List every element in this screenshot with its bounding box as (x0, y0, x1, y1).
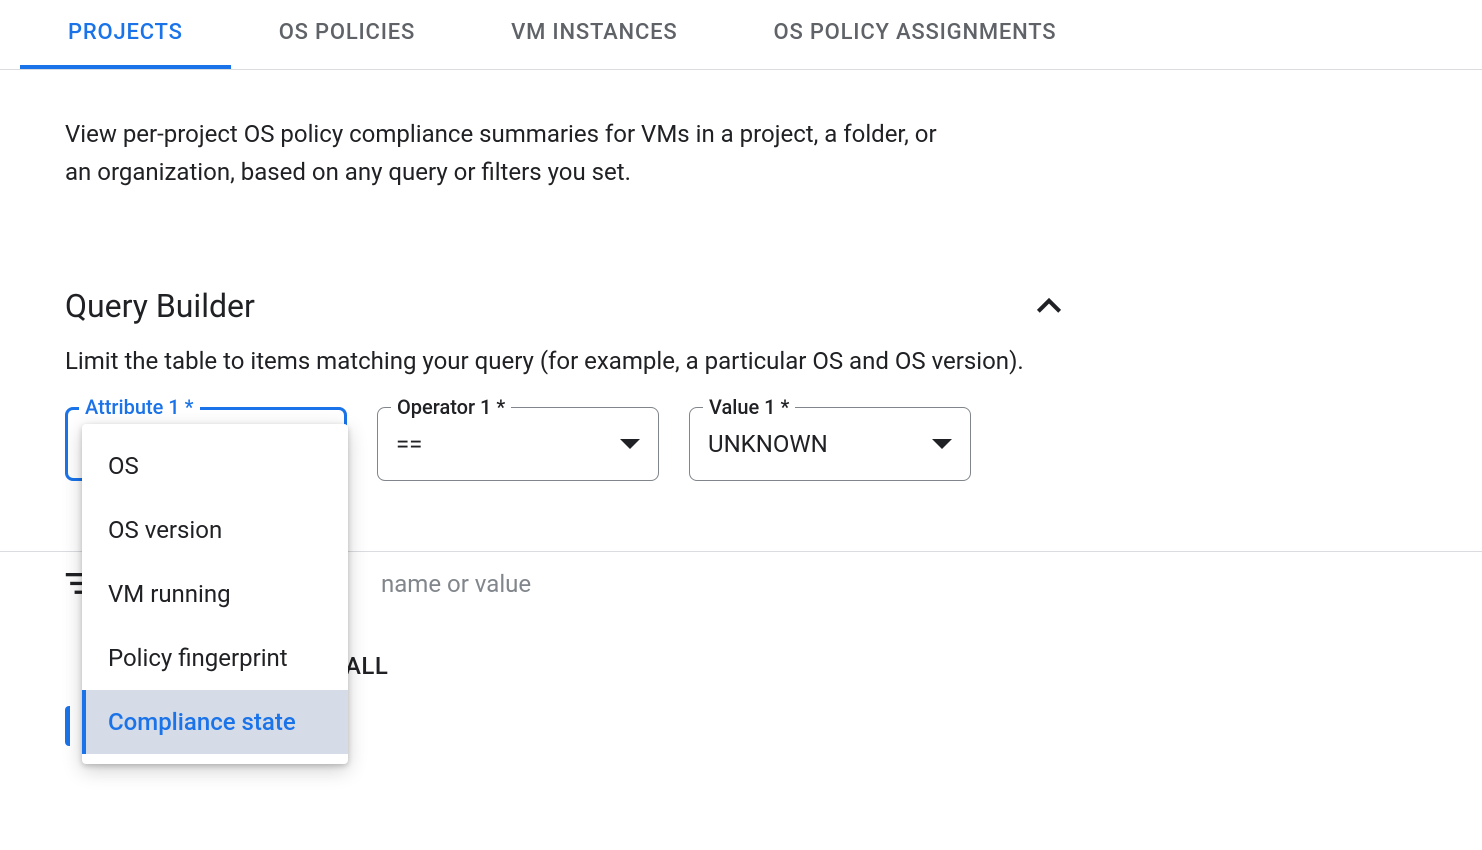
main-content: View per-project OS policy compliance su… (0, 70, 1482, 481)
filter-placeholder[interactable]: name or value (381, 570, 531, 598)
operator-select-field: Operator 1 * == (377, 407, 659, 481)
attribute-dropdown-menu: OS OS version VM running Policy fingerpr… (82, 424, 348, 764)
tabs-container: PROJECTS OS POLICIES VM INSTANCES OS POL… (0, 0, 1482, 70)
value-label: Value 1 * (703, 395, 795, 419)
query-builder-title: Query Builder (65, 287, 255, 325)
value-select-field: Value 1 * UNKNOWN (689, 407, 971, 481)
page-description: View per-project OS policy compliance su… (65, 115, 945, 192)
operator-label: Operator 1 * (391, 395, 511, 419)
partial-button-text: ALL (345, 652, 388, 680)
dropdown-item-compliance-state[interactable]: Compliance state (82, 690, 348, 754)
dropdown-item-policy-fingerprint[interactable]: Policy fingerprint (82, 626, 348, 690)
value-value: UNKNOWN (708, 430, 828, 458)
query-builder-section: Query Builder Limit the table to items m… (65, 287, 1417, 481)
tab-projects[interactable]: PROJECTS (20, 0, 231, 69)
arrow-down-icon (620, 439, 640, 449)
tab-vm-instances[interactable]: VM INSTANCES (463, 0, 725, 69)
arrow-down-icon (932, 439, 952, 449)
operator-value: == (396, 430, 422, 458)
attribute-label: Attribute 1 * (79, 395, 200, 419)
query-builder-description: Limit the table to items matching your q… (65, 347, 1417, 375)
attribute-select-field: Attribute 1 * OS OS version VM running P… (65, 407, 347, 481)
query-builder-header: Query Builder (65, 287, 1065, 325)
filter-row: Attribute 1 * OS OS version VM running P… (65, 407, 1417, 481)
tab-os-policy-assignments[interactable]: OS POLICY ASSIGNMENTS (725, 0, 1104, 69)
chevron-up-icon[interactable] (1033, 290, 1065, 322)
tab-os-policies[interactable]: OS POLICIES (231, 0, 463, 69)
dropdown-item-os-version[interactable]: OS version (82, 498, 348, 562)
dropdown-item-vm-running[interactable]: VM running (82, 562, 348, 626)
dropdown-item-os[interactable]: OS (82, 434, 348, 498)
